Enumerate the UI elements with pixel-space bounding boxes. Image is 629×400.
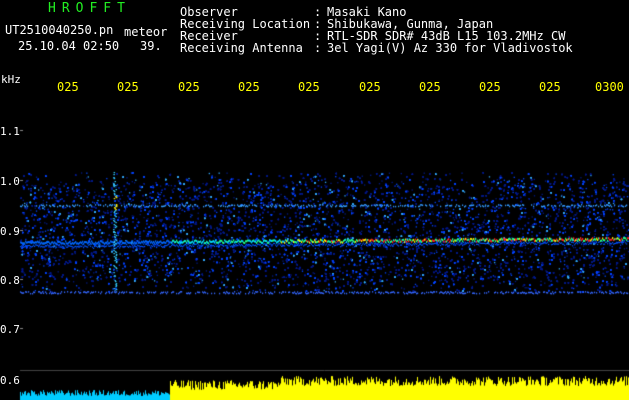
time-tick-label: 025	[479, 80, 501, 94]
meteor-count: 39.	[140, 39, 162, 53]
time-tick-label: 025	[359, 80, 381, 94]
time-tick-label: 025	[238, 80, 260, 94]
freq-tick-label: 0.7	[0, 323, 20, 336]
time-tick-label: 025	[57, 80, 79, 94]
freq-tick-label: 0.8	[0, 274, 20, 287]
date-time: 25.10.04 02:50	[18, 39, 120, 53]
time-tick-label: 025	[419, 80, 441, 94]
freq-tick-label: 1.1	[0, 125, 20, 138]
frequency-unit-label: kHz	[1, 73, 21, 86]
meteor-label: meteor	[124, 25, 168, 39]
antenna-colon: :	[314, 41, 322, 55]
app-title: HROFFT	[48, 1, 131, 16]
freq-tick-label: 1.0	[0, 175, 20, 188]
time-tick-label: 025	[539, 80, 561, 94]
freq-tick-label: 0.6	[0, 374, 20, 387]
antenna-value: 3el Yagi(V) Az 330 for Vladivostok	[327, 41, 573, 55]
file-name: UT2510040250.pn	[5, 23, 114, 37]
time-tick-label: 0300	[595, 80, 624, 94]
freq-tick-label: 0.9	[0, 225, 20, 238]
antenna-label: Receiving Antenna	[180, 41, 303, 55]
time-tick-label: 025	[298, 80, 320, 94]
time-tick-label: 025	[117, 80, 139, 94]
spectrogram-canvas	[0, 0, 629, 400]
time-tick-label: 025	[178, 80, 200, 94]
